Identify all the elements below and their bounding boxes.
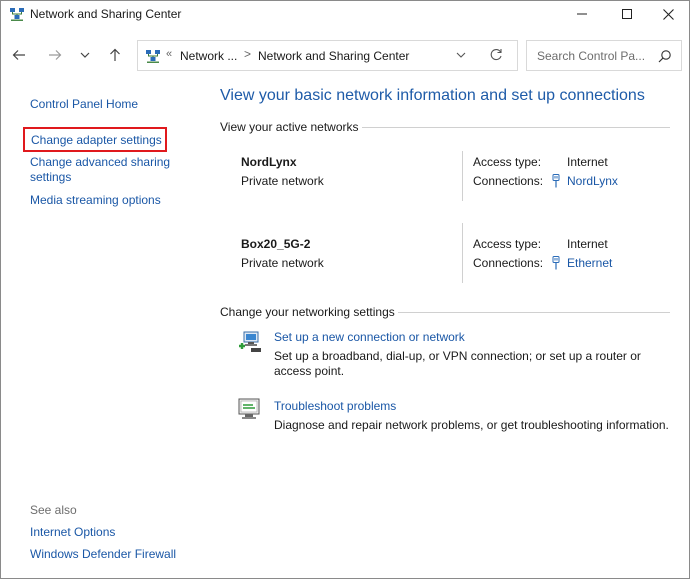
ethernet-plug-icon: [552, 256, 560, 270]
connection-link-nordlynx[interactable]: NordLynx: [567, 174, 618, 188]
network-category[interactable]: Private network: [241, 174, 324, 188]
breadcrumb-network[interactable]: Network ...: [180, 49, 237, 63]
network-name: NordLynx: [241, 155, 297, 169]
network-divider: [462, 151, 463, 201]
search-input[interactable]: Search Control Pa...: [537, 49, 645, 63]
access-type-label: Access type:: [473, 155, 542, 169]
navigation-bar: « Network ... > Network and Sharing Cent…: [1, 37, 689, 73]
network-center-icon: [10, 8, 24, 21]
address-bar[interactable]: « Network ... > Network and Sharing Cent…: [137, 40, 518, 71]
troubleshoot-description: Diagnose and repair network problems, or…: [274, 418, 669, 432]
connections-label: Connections:: [473, 256, 544, 270]
address-overflow-marker[interactable]: «: [166, 48, 172, 60]
search-icon[interactable]: [657, 48, 673, 64]
forward-button[interactable]: [45, 45, 65, 65]
troubleshoot-icon: [238, 398, 260, 419]
firewall-link[interactable]: Windows Defender Firewall: [30, 547, 176, 561]
maximize-button[interactable]: [604, 1, 650, 27]
address-dropdown-button[interactable]: [454, 48, 468, 62]
control-panel-home-link[interactable]: Control Panel Home: [30, 97, 138, 111]
arrow-right-icon: [49, 50, 62, 60]
change-adapter-settings-link[interactable]: Change adapter settings: [31, 133, 162, 147]
setup-connection-link[interactable]: Set up a new connection or network: [274, 330, 465, 344]
breadcrumb-separator[interactable]: >: [244, 47, 251, 61]
connections-label: Connections:: [473, 174, 544, 188]
media-streaming-link[interactable]: Media streaming options: [30, 193, 161, 207]
change-settings-heading: Change your networking settings: [220, 305, 395, 319]
close-icon: [662, 8, 674, 20]
network-divider: [462, 223, 463, 283]
refresh-button[interactable]: [488, 47, 504, 63]
section-divider: [362, 127, 670, 128]
network-category[interactable]: Private network: [241, 256, 324, 270]
refresh-icon: [490, 49, 502, 61]
access-type-value: Internet: [567, 237, 608, 251]
see-also-label: See also: [30, 503, 77, 517]
adapter-settings-highlight: Change adapter settings: [23, 127, 167, 152]
internet-options-link[interactable]: Internet Options: [30, 525, 115, 539]
title-bar: Network and Sharing Center: [1, 1, 689, 27]
page-title: View your basic network information and …: [220, 87, 645, 104]
minimize-button[interactable]: [559, 1, 605, 27]
minimize-icon: [577, 13, 587, 15]
troubleshoot-link[interactable]: Troubleshoot problems: [274, 399, 396, 413]
up-button[interactable]: [105, 45, 125, 65]
setup-connection-description: Set up a broadband, dial-up, or VPN conn…: [274, 349, 641, 378]
search-box[interactable]: Search Control Pa...: [526, 40, 682, 71]
new-connection-icon: [239, 331, 261, 352]
maximize-icon: [622, 9, 632, 19]
network-center-icon: [146, 50, 160, 63]
window: Network and Sharing Center « Network ...…: [0, 0, 690, 579]
active-networks-heading: View your active networks: [220, 120, 359, 134]
back-button[interactable]: [9, 45, 29, 65]
breadcrumb-network-sharing-center[interactable]: Network and Sharing Center: [258, 49, 409, 63]
chevron-down-icon: [80, 52, 90, 58]
access-type-value: Internet: [567, 155, 608, 169]
access-type-label: Access type:: [473, 237, 542, 251]
chevron-down-icon: [456, 52, 466, 58]
recent-locations-button[interactable]: [75, 45, 95, 65]
ethernet-plug-icon: [552, 174, 560, 188]
window-title: Network and Sharing Center: [30, 7, 182, 21]
close-button[interactable]: [645, 1, 690, 27]
arrow-up-icon: [110, 48, 120, 61]
section-divider: [398, 312, 670, 313]
change-advanced-sharing-link[interactable]: Change advanced sharing settings: [30, 155, 180, 185]
connection-link-ethernet[interactable]: Ethernet: [567, 256, 612, 270]
arrow-left-icon: [12, 50, 25, 60]
network-name: Box20_5G-2: [241, 237, 311, 251]
